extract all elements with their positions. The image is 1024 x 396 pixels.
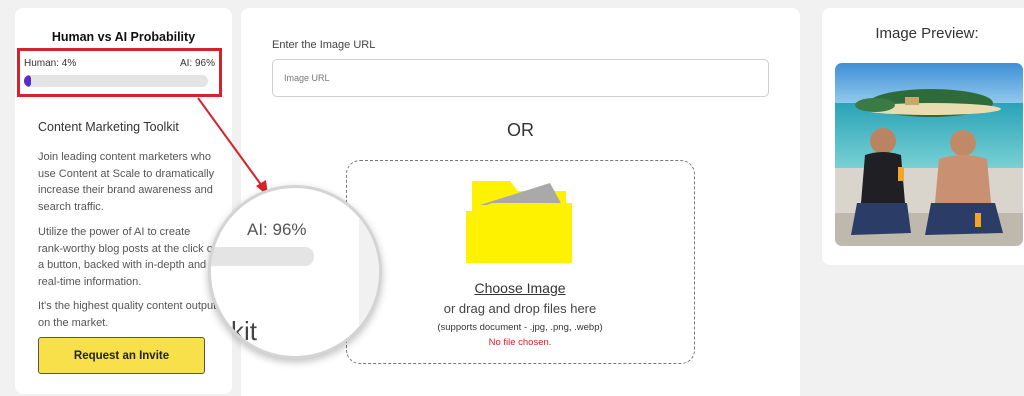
magnifier-zoom: AI: 96% kit: [208, 185, 382, 359]
toolkit-paragraph: Join leading content marketers who use C…: [38, 151, 215, 213]
url-label: Enter the Image URL: [272, 39, 376, 51]
magnified-probability-bar: [211, 247, 314, 266]
drop-zone[interactable]: Choose Image or drag and drop files here…: [346, 160, 695, 364]
probability-labels: Human: 4% AI: 96%: [24, 58, 215, 69]
drag-drop-text: or drag and drop files here: [443, 301, 597, 316]
image-url-input[interactable]: [272, 59, 769, 97]
choose-image-link[interactable]: Choose Image: [347, 280, 693, 296]
supported-formats-text: (supports document - .jpg, .png, .webp): [437, 322, 603, 333]
probability-title: Human vs AI Probability: [51, 30, 196, 44]
magnified-toolkit-text: kit: [231, 316, 257, 346]
preview-photo: [835, 63, 1023, 246]
or-divider: OR: [507, 120, 534, 140]
toolkit-paragraph: It's the highest quality content output …: [38, 300, 217, 329]
ai-probability-label: AI: 96%: [179, 58, 215, 69]
preview-title: Image Preview:: [875, 25, 979, 42]
probability-highlight: Human: 4% AI: 96%: [17, 48, 222, 97]
human-probability-label: Human: 4%: [24, 58, 77, 69]
preview-card: Image Preview:: [822, 8, 1024, 265]
preview-image: [835, 63, 1023, 246]
folder-icon: [466, 181, 572, 263]
request-invite-button[interactable]: Request an Invite: [38, 337, 205, 374]
toolkit-paragraph: Utilize the power of AI to create rank-w…: [38, 226, 216, 288]
magnified-ai-label: AI: 96%: [247, 220, 307, 239]
no-file-status: No file chosen.: [488, 337, 552, 348]
probability-bar-fill: [24, 75, 32, 87]
magnified-card-edge: [359, 188, 379, 356]
toolkit-title: Content Marketing Toolkit: [38, 120, 179, 134]
probability-bar: [24, 75, 208, 87]
